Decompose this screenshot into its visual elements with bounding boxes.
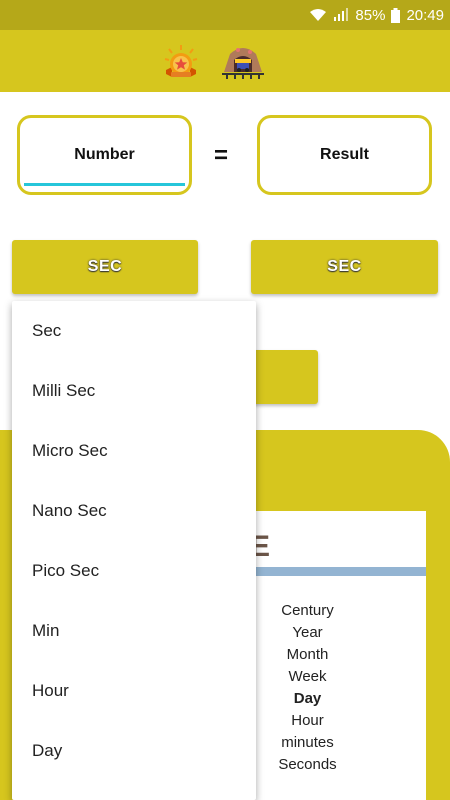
number-input-placeholder: Number [74, 146, 135, 163]
clock: 20:49 [406, 6, 444, 24]
result-field: Result [257, 115, 432, 195]
time-scale-stripe [230, 567, 426, 576]
dropdown-option-nano-sec[interactable]: Nano Sec [12, 481, 256, 541]
dropdown-option-pico-sec[interactable]: Pico Sec [12, 541, 256, 601]
time-scale-list: Century Year Month Week Day Hour minutes… [255, 600, 360, 776]
signal-icon [334, 8, 349, 21]
scale-item: Week [288, 668, 327, 685]
input-underline [24, 183, 185, 186]
status-bar: 85% 20:49 [0, 0, 450, 30]
scale-item: Year [292, 624, 323, 641]
scale-item: Hour [291, 712, 324, 729]
unit-dropdown-menu: Sec Milli Sec Micro Sec Nano Sec Pico Se… [12, 301, 256, 800]
scale-item: Month [286, 646, 329, 663]
dropdown-option-milli-sec[interactable]: Milli Sec [12, 361, 256, 421]
dropdown-option-sec[interactable]: Sec [12, 301, 256, 361]
dropdown-option-micro-sec[interactable]: Micro Sec [12, 421, 256, 481]
badge-star-icon[interactable] [163, 44, 199, 80]
dropdown-option-min[interactable]: Min [12, 601, 256, 661]
result-label: Result [320, 146, 369, 163]
scale-item-highlighted: Day [293, 690, 322, 707]
to-unit-selector[interactable]: SEC [251, 240, 438, 294]
battery-icon [391, 7, 401, 23]
dropdown-option-hour[interactable]: Hour [12, 661, 256, 721]
from-unit-selector[interactable]: SEC [12, 240, 198, 294]
scale-item: minutes [281, 734, 334, 751]
number-input[interactable]: Number [17, 115, 192, 195]
dropdown-option-day[interactable]: Day [12, 721, 256, 781]
mine-cart-icon[interactable] [222, 40, 264, 80]
status-icons: 85% 20:49 [309, 0, 444, 30]
scale-item: Seconds [278, 756, 337, 773]
battery-percent: 85% [355, 6, 386, 24]
equals-sign: = [214, 142, 229, 169]
scale-item: Century [281, 602, 334, 619]
wifi-icon [310, 9, 327, 21]
